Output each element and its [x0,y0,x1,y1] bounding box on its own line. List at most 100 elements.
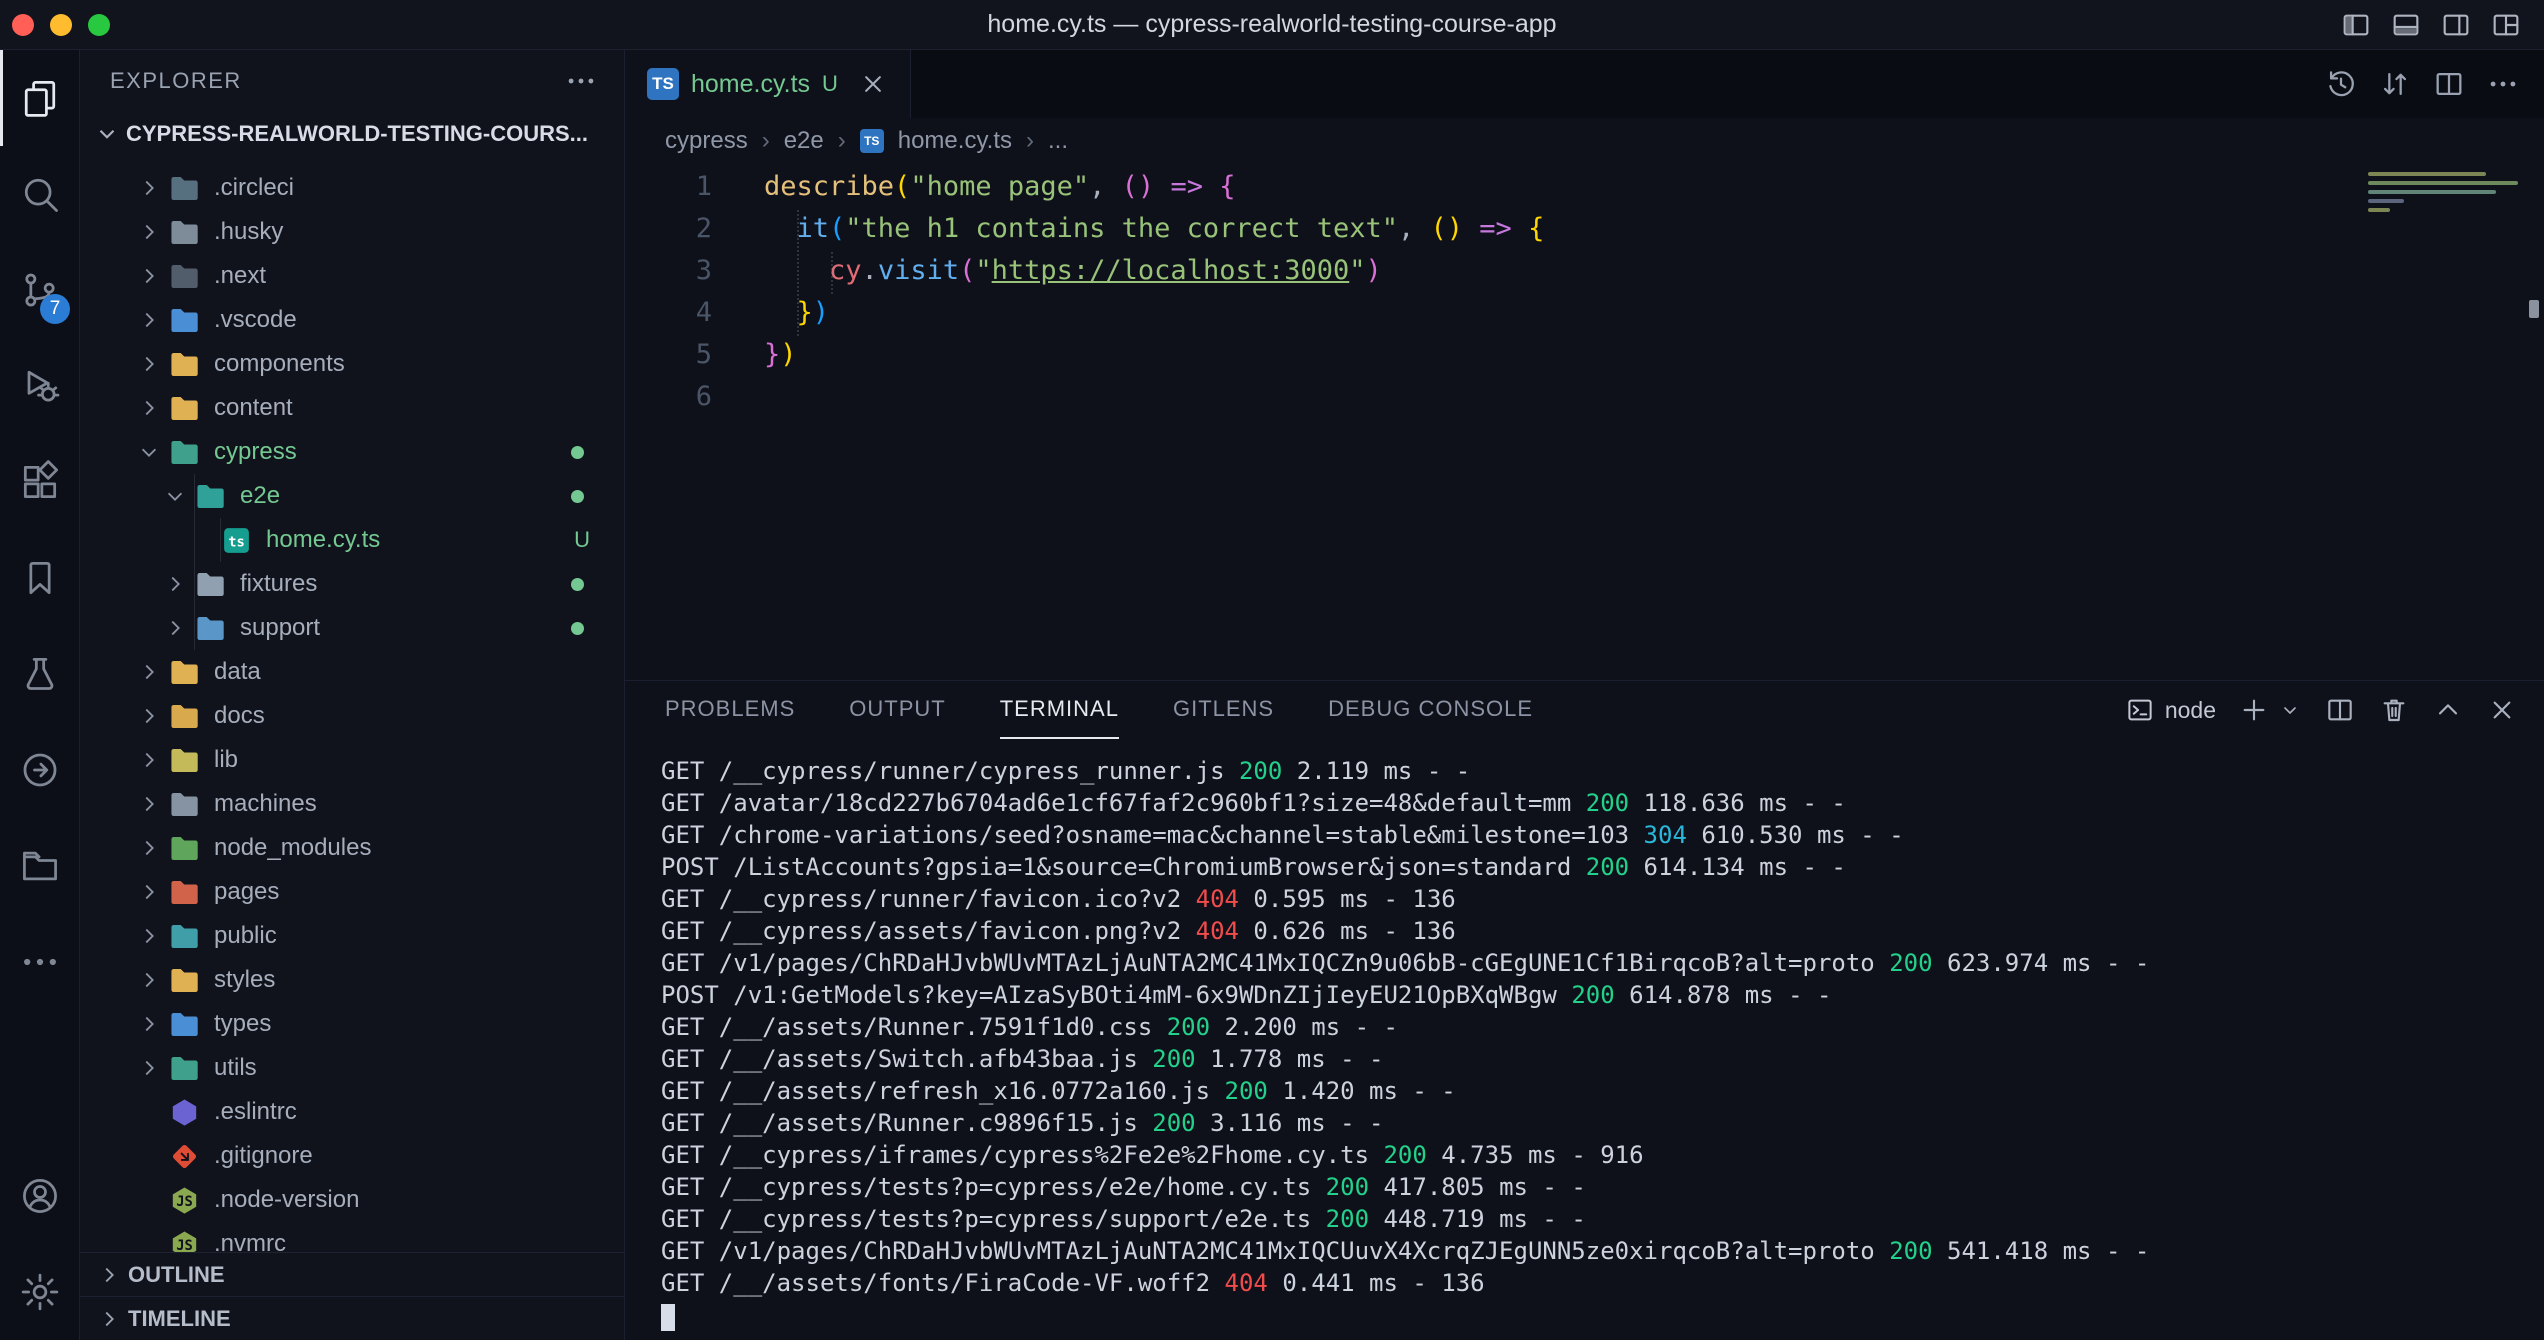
toggle-secondary-sidebar-icon[interactable] [2440,9,2472,41]
panel-tab-output[interactable]: OUTPUT [849,681,945,739]
testing-activity-button[interactable] [0,626,80,722]
tree-item-.circleci[interactable]: .circleci [80,166,624,210]
tree-item-home.cy.ts[interactable]: tshome.cy.tsU [80,518,624,562]
panel-tab-terminal[interactable]: TERMINAL [1000,681,1119,739]
folder-icon [194,480,227,513]
more-activity-button[interactable] [0,914,80,1010]
outline-section-label: OUTLINE [128,1262,225,1288]
folder-icon [168,216,201,249]
bookmarks-activity-button[interactable] [0,530,80,626]
tree-item-.nvmrc[interactable]: JS.nvmrc [80,1222,624,1252]
chevron-spacer [130,1100,168,1124]
tree-item-support[interactable]: support [80,606,624,650]
code-line[interactable]: 1describe("home page", () => { [625,166,2544,208]
tree-item-components[interactable]: components [80,342,624,386]
terminal-dropdown-icon[interactable] [2278,694,2302,726]
open-changes-icon[interactable] [2378,67,2412,101]
kill-terminal-icon[interactable] [2378,694,2410,726]
tree-item-e2e[interactable]: e2e [80,474,624,518]
tree-item-pages[interactable]: pages [80,870,624,914]
tree-item-utils[interactable]: utils [80,1046,624,1090]
folder-icon [168,436,201,469]
folder-icon [168,304,201,337]
explorer-activity-button[interactable] [0,50,80,146]
tree-item-.husky[interactable]: .husky [80,210,624,254]
code-line[interactable]: 6 [625,376,2544,418]
live-share-activity-button[interactable] [0,722,80,818]
tree-item-docs[interactable]: docs [80,694,624,738]
panel-tab-debug-console[interactable]: DEBUG CONSOLE [1328,681,1533,739]
zoom-window-button[interactable] [88,14,110,36]
tab-home-cy-ts[interactable]: TS home.cy.ts U [625,50,911,118]
tree-item-.gitignore[interactable]: .gitignore [80,1134,624,1178]
project-root-folder[interactable]: CYPRESS-REALWORLD-TESTING-COURS... [80,112,624,156]
tree-item-data[interactable]: data [80,650,624,694]
folder-icon [168,744,201,777]
close-window-button[interactable] [12,14,34,36]
settings-activity-button[interactable] [0,1244,80,1340]
local-history-icon[interactable] [2324,67,2358,101]
accounts-activity-button[interactable] [0,1148,80,1244]
tree-item-.next[interactable]: .next [80,254,624,298]
terminal-output[interactable]: GET /__cypress/runner/cypress_runner.js … [625,739,2544,1340]
tree-item-fixtures[interactable]: fixtures [80,562,624,606]
code-line[interactable]: 5}) [625,334,2544,376]
extensions-activity-button[interactable] [0,434,80,530]
maximize-panel-icon[interactable] [2432,694,2464,726]
code-editor[interactable]: 1describe("home page", () => {2 it("the … [625,164,2544,680]
code-line[interactable]: 3 cy.visit("https://localhost:3000") [625,250,2544,292]
close-panel-icon[interactable] [2486,694,2518,726]
terminal-profile-selector[interactable]: node [2125,695,2216,725]
customize-layout-icon[interactable] [2490,9,2522,41]
tree-item-lib[interactable]: lib [80,738,624,782]
toggle-primary-sidebar-icon[interactable] [2340,9,2372,41]
tree-item-label: fixtures [240,570,317,598]
split-terminal-icon[interactable] [2324,694,2356,726]
outline-section-header[interactable]: OUTLINE [80,1252,624,1296]
breadcrumb-symbol[interactable]: ... [1048,127,1068,155]
tree-item-machines[interactable]: machines [80,782,624,826]
scrollbar-slider[interactable] [2529,300,2539,318]
chevron-right-icon [130,748,168,772]
remote-explorer-activity-button[interactable] [0,818,80,914]
tree-item-content[interactable]: content [80,386,624,430]
minimize-window-button[interactable] [50,14,72,36]
folder-icon [168,1008,201,1041]
tree-item-.vscode[interactable]: .vscode [80,298,624,342]
timeline-section-header[interactable]: TIMELINE [80,1296,624,1340]
more-actions-icon[interactable] [2486,67,2520,101]
tree-item-styles[interactable]: styles [80,958,624,1002]
explorer-more-actions-icon[interactable] [564,64,598,98]
code-line[interactable]: 4 }) [625,292,2544,334]
minimap[interactable] [2368,172,2518,217]
code-line[interactable]: 2 it("the h1 contains the correct text",… [625,208,2544,250]
run-and-debug-activity-button[interactable] [0,338,80,434]
breadcrumb-folder[interactable]: cypress [665,127,748,155]
close-tab-icon[interactable] [858,69,888,99]
terminal-line: GET /__/assets/fonts/FiraCode-VF.woff2 4… [661,1267,2544,1299]
tree-item-public[interactable]: public [80,914,624,958]
split-editor-icon[interactable] [2432,67,2466,101]
panel-header: PROBLEMS OUTPUT TERMINAL GITLENS DEBUG CONSO… [625,681,2544,739]
source-control-badge: 7 [40,294,70,324]
panel-tab-gitlens[interactable]: GITLENS [1173,681,1274,739]
toggle-panel-icon[interactable] [2390,9,2422,41]
tree-item-.eslintrc[interactable]: .eslintrc [80,1090,624,1134]
terminal-line: POST /v1:GetModels?key=AIzaSyBOti4mM-6x9… [661,979,2544,1011]
tree-item-.node-version[interactable]: JS.node-version [80,1178,624,1222]
breadcrumb-file[interactable]: home.cy.ts [898,127,1012,155]
tree-item-types[interactable]: types [80,1002,624,1046]
source-control-activity-button[interactable]: 7 [0,242,80,338]
breadcrumb-separator-icon: › [838,127,846,155]
tree-item-cypress[interactable]: cypress [80,430,624,474]
git-modified-dot [571,446,584,459]
search-activity-button[interactable] [0,146,80,242]
search-icon [18,172,62,216]
activity-bar-bottom [0,1148,79,1340]
new-terminal-icon[interactable] [2238,694,2270,726]
breadcrumbs: cypress › e2e › TS home.cy.ts › ... [625,118,2544,164]
panel-tab-problems[interactable]: PROBLEMS [665,681,795,739]
breadcrumb-folder[interactable]: e2e [784,127,824,155]
tree-item-node-modules[interactable]: node_modules [80,826,624,870]
line-number: 5 [625,334,712,376]
